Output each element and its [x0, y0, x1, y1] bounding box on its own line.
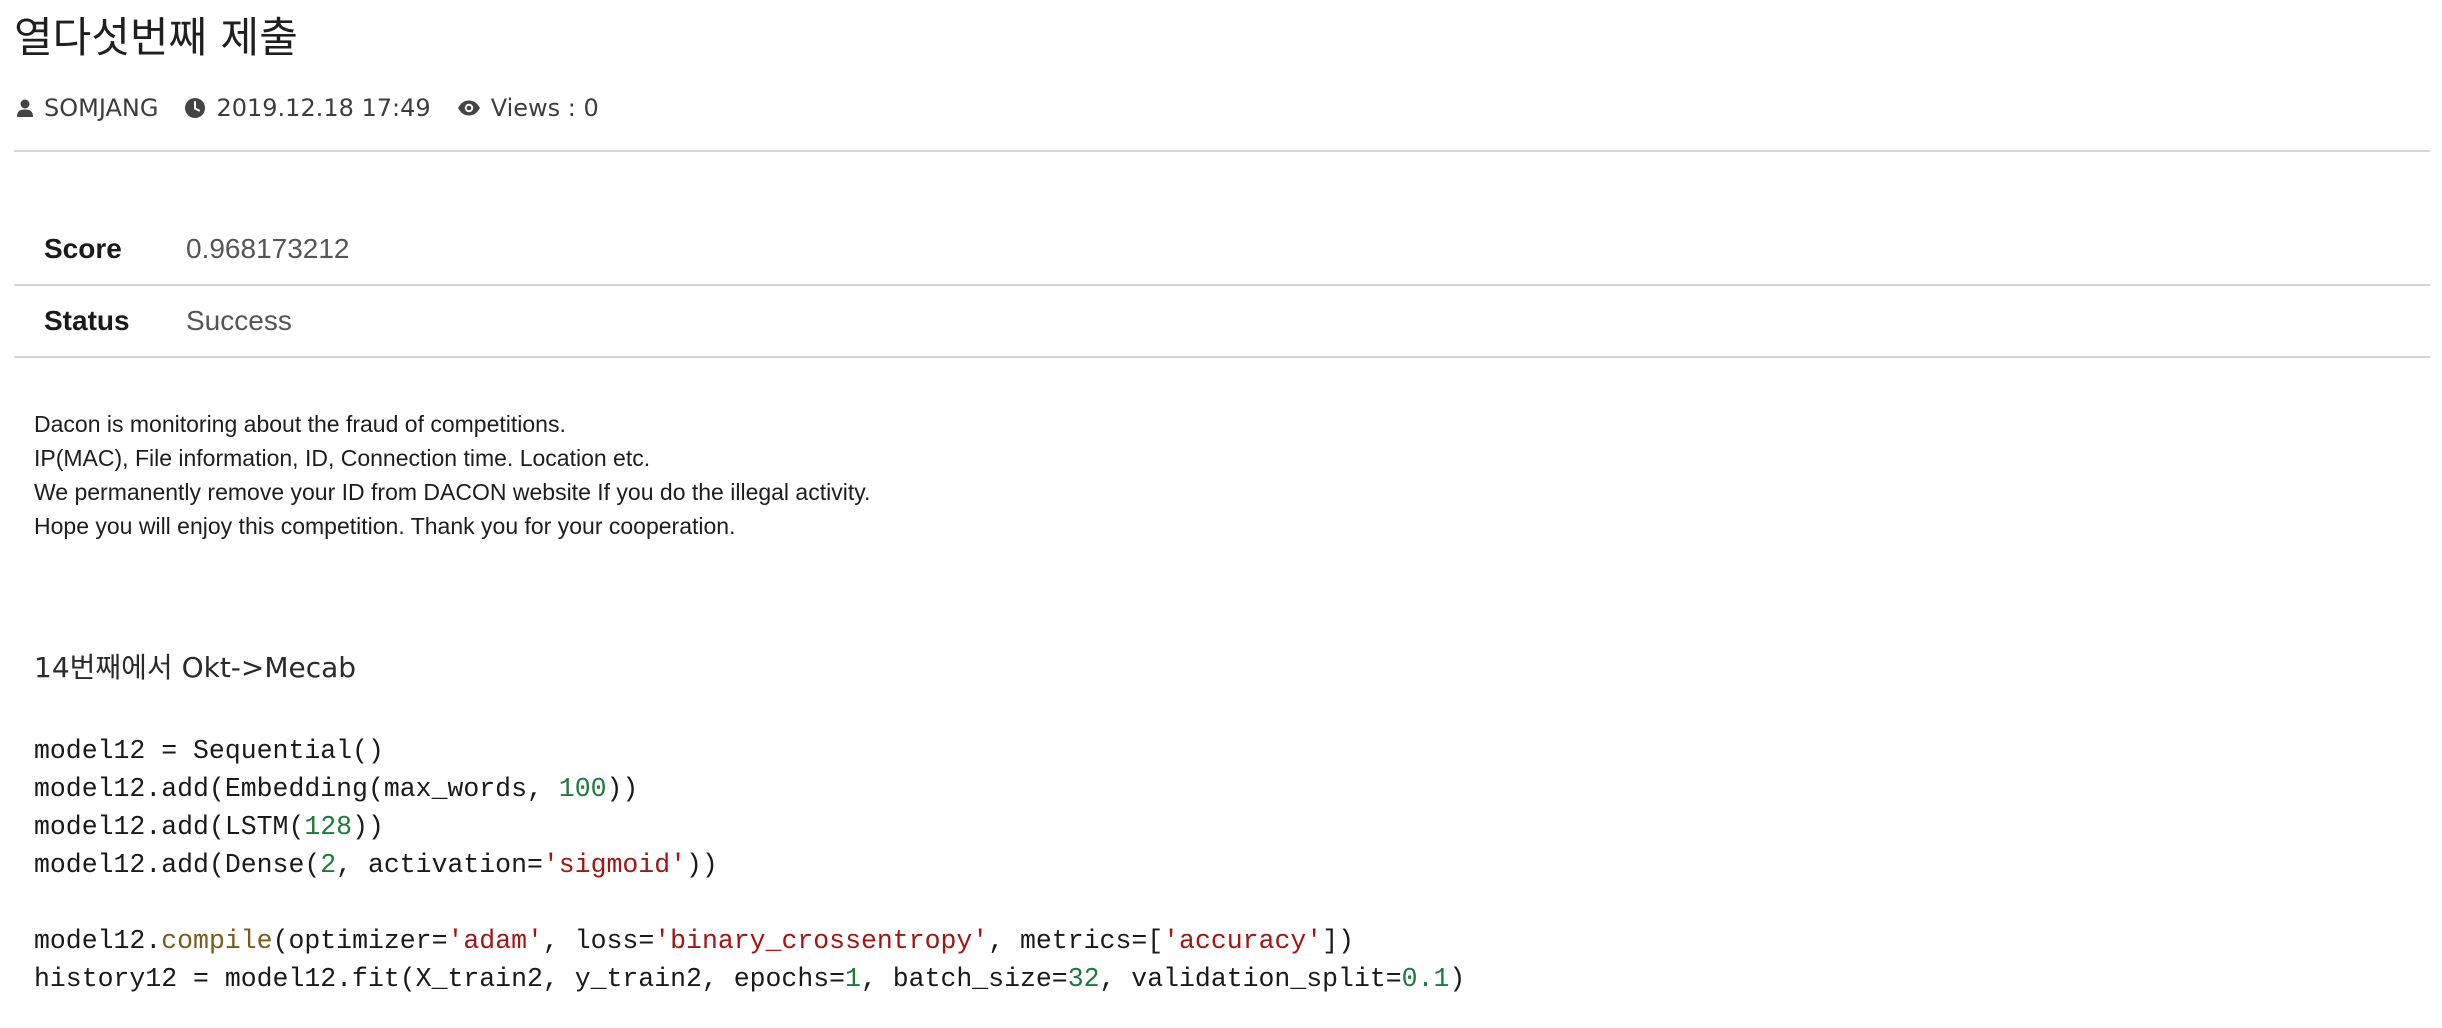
notice-line: Hope you will enjoy this competition. Th…	[34, 513, 736, 539]
code-line: model12.add(LSTM(128))	[34, 808, 1465, 846]
views-meta: Views : 0	[457, 94, 599, 122]
views-count: Views : 0	[490, 94, 599, 122]
code-token: , validation_split=	[1099, 964, 1402, 994]
code-token: history12 = model12.fit(X_train2, y_trai…	[34, 964, 846, 994]
score-label: Score	[44, 233, 122, 264]
code-token: model12.	[34, 926, 162, 956]
code-token: 32	[1067, 964, 1100, 994]
notice-line: IP(MAC), File information, ID, Connectio…	[34, 445, 651, 471]
code-token: , metrics=[	[988, 926, 1164, 956]
code-token: 'accuracy'	[1163, 926, 1323, 956]
code-line: model12.add(Embedding(max_words, 100))	[34, 770, 1465, 808]
notice-line: Dacon is monitoring about the fraud of c…	[34, 411, 566, 437]
code-token: 'adam'	[447, 926, 543, 956]
code-token: (optimizer=	[272, 926, 448, 956]
author-meta: SOMJANG	[16, 94, 158, 122]
status-row: Status Success	[14, 286, 2430, 356]
code-line: model12 = Sequential()	[34, 732, 1465, 770]
fraud-notice: Dacon is monitoring about the fraud of c…	[34, 407, 870, 543]
score-value: 0.968173212	[186, 233, 350, 264]
code-line: history12 = model12.fit(X_train2, y_trai…	[34, 960, 1465, 998]
clock-icon	[185, 98, 206, 118]
code-token: 1	[845, 964, 861, 994]
code-token: model12.add(LSTM(	[34, 812, 305, 842]
author-name: SOMJANG	[44, 94, 159, 122]
code-token: model12.add(Embedding(max_words,	[34, 774, 559, 804]
code-token: model12.add(Dense(	[34, 850, 321, 880]
score-row: Score 0.968173212	[14, 214, 2430, 284]
eye-icon	[457, 100, 480, 116]
code-token: 100	[558, 774, 607, 804]
status-divider	[14, 356, 2430, 358]
code-block: model12 = Sequential() model12.add(Embedd…	[34, 732, 1465, 998]
code-token: )	[1449, 964, 1466, 994]
code-token: 'sigmoid'	[542, 850, 687, 880]
code-line: model12.compile(optimizer='adam', loss='…	[34, 922, 1465, 960]
code-line: model12.add(Dense(2, activation='sigmoid…	[34, 846, 1465, 884]
datetime-meta: 2019.12.18 17:49	[184, 94, 431, 122]
notice-line: We permanently remove your ID from DACON…	[34, 479, 871, 505]
code-token: ))	[606, 774, 639, 804]
code-token: , batch_size=	[860, 964, 1068, 994]
code-token: , activation=	[336, 850, 543, 880]
code-token: compile	[161, 926, 273, 956]
code-token: ])	[1322, 926, 1354, 956]
post-meta: SOMJANG 2019.12.18 17:49 Views : 0	[16, 88, 625, 128]
header-divider	[14, 150, 2430, 152]
post-datetime: 2019.12.18 17:49	[216, 94, 431, 122]
code-token: 'binary_crossentropy'	[654, 926, 989, 956]
status-value: Success	[186, 305, 292, 336]
code-token: 128	[304, 812, 353, 842]
code-token: ))	[686, 850, 718, 880]
code-token: , loss=	[542, 926, 655, 956]
submission-description: 14번째에서 Okt->Mecab	[34, 651, 357, 684]
status-label: Status	[44, 305, 130, 336]
code-token: ))	[352, 812, 384, 842]
code-token: model12 = Sequential()	[34, 736, 384, 766]
page-title: 열다섯번째 제출	[14, 13, 298, 62]
code-token: 0.1	[1401, 964, 1450, 994]
code-token: 2	[320, 850, 337, 880]
user-icon	[17, 99, 33, 117]
